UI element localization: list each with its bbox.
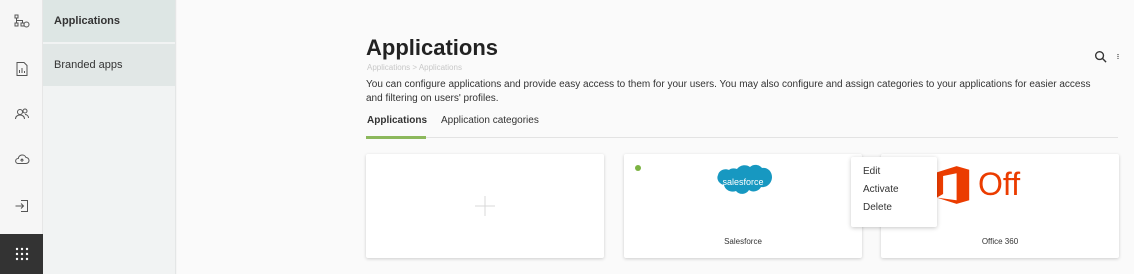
card-context-menu: Edit Activate Delete [851, 157, 937, 227]
menu-item-activate[interactable]: Activate [851, 181, 937, 199]
status-dot-active [635, 165, 641, 171]
breadcrumb: Applications > Applications [367, 63, 462, 72]
page-description: You can configure applications and provi… [366, 79, 1091, 104]
secondary-nav: Applications Branded apps [43, 0, 176, 274]
header-actions [1094, 50, 1121, 63]
tab-bar: Applications Application categories [366, 108, 1118, 139]
salesforce-logo: salesforce [717, 164, 772, 194]
add-application-card[interactable] [366, 154, 604, 258]
more-vert-icon[interactable] [1115, 50, 1121, 63]
plus-icon [475, 196, 495, 216]
org-chart-icon [14, 14, 29, 28]
cloud-sync-icon [14, 154, 29, 164]
application-card-name: Salesforce [724, 237, 762, 246]
sign-in-icon [15, 200, 28, 212]
search-icon[interactable] [1094, 50, 1107, 63]
tab-applications[interactable]: Applications [366, 108, 427, 139]
subnav-item-applications[interactable]: Applications [43, 0, 175, 44]
users-button[interactable] [0, 95, 43, 133]
reports-button[interactable] [0, 50, 43, 88]
salesforce-logo-text: salesforce [722, 177, 763, 187]
applications-button[interactable] [0, 234, 43, 274]
application-card-name: Office 360 [981, 237, 1019, 246]
subnav-item-branded-apps[interactable]: Branded apps [43, 44, 175, 88]
report-icon [16, 62, 27, 76]
menu-item-delete[interactable]: Delete [851, 199, 937, 217]
apps-grid-icon [15, 247, 28, 261]
office-logo-text: Off [978, 166, 1021, 202]
application-card-salesforce[interactable]: salesforce Salesforce [624, 154, 862, 258]
office-logo [936, 166, 970, 204]
org-chart-button[interactable] [0, 2, 43, 40]
page-title: Applications [366, 35, 499, 60]
main-content: Applications Applications > Applications… [177, 0, 1134, 274]
icon-rail [0, 0, 43, 274]
menu-item-edit[interactable]: Edit [851, 163, 937, 181]
users-icon [14, 108, 29, 120]
sign-in-button[interactable] [0, 187, 43, 225]
tab-application-categories[interactable]: Application categories [441, 108, 539, 138]
cloud-sync-button[interactable] [0, 140, 43, 178]
